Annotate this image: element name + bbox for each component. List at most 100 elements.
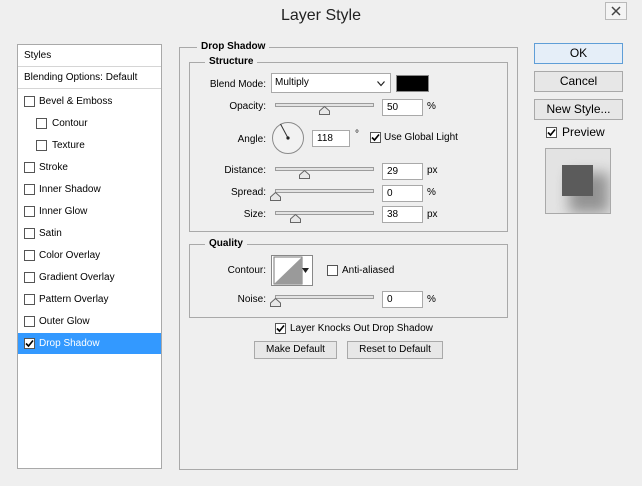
style-item-pattern-overlay[interactable]: Pattern Overlay [18, 289, 161, 310]
gradient-overlay-checkbox[interactable] [24, 272, 35, 283]
size-label: Size: [243, 209, 266, 220]
style-item-gradient-overlay[interactable]: Gradient Overlay [18, 267, 161, 288]
spread-slider-track[interactable] [275, 189, 374, 193]
close-icon [611, 6, 621, 16]
inner-glow-checkbox[interactable] [24, 206, 35, 217]
spread-unit: % [427, 187, 436, 198]
anti-aliased-label: Anti-aliased [342, 265, 395, 276]
use-global-light-label: Use Global Light [384, 132, 458, 143]
inner-shadow-checkbox[interactable] [24, 184, 35, 195]
spread-input[interactable]: 0 [382, 185, 423, 202]
checkmark-icon [25, 339, 34, 348]
style-item-inner-glow[interactable]: Inner Glow [18, 201, 161, 222]
contour-picker[interactable] [271, 255, 313, 286]
knocks-out-checkbox[interactable] [275, 323, 286, 334]
opacity-slider-thumb[interactable] [319, 106, 330, 115]
distance-slider-track[interactable] [275, 167, 374, 171]
style-item-color-overlay[interactable]: Color Overlay [18, 245, 161, 266]
noise-label: Noise: [237, 294, 266, 305]
styles-header[interactable]: Styles [18, 45, 161, 67]
style-item-label: Stroke [39, 162, 68, 173]
style-item-texture[interactable]: Texture [18, 135, 161, 156]
distance-input[interactable]: 29 [382, 163, 423, 180]
style-preview [545, 148, 611, 214]
style-item-drop-shadow[interactable]: Drop Shadow [18, 333, 161, 354]
angle-unit: ° [355, 129, 359, 140]
style-item-label: Outer Glow [39, 316, 90, 327]
chevron-down-icon [302, 268, 309, 273]
window-title: Layer Style [280, 7, 362, 24]
drop-shadow-checkbox[interactable] [24, 338, 35, 349]
structure-title: Structure [205, 56, 258, 68]
distance-unit: px [427, 165, 438, 176]
style-item-contour[interactable]: Contour [18, 113, 161, 134]
angle-label: Angle: [237, 134, 266, 145]
size-unit: px [427, 209, 438, 220]
style-item-label: Bevel & Emboss [39, 96, 113, 107]
style-item-label: Inner Shadow [39, 184, 101, 195]
distance-slider-thumb[interactable] [299, 170, 310, 179]
reset-to-default-button[interactable]: Reset to Default [347, 341, 443, 359]
outer-glow-checkbox[interactable] [24, 316, 35, 327]
preview-swatch [562, 165, 593, 196]
spread-label: Spread: [230, 187, 266, 198]
drop-shadow-title: Drop Shadow [197, 41, 270, 53]
style-item-inner-shadow[interactable]: Inner Shadow [18, 179, 161, 200]
color-overlay-checkbox[interactable] [24, 250, 35, 261]
size-input[interactable]: 38 [382, 206, 423, 223]
checkmark-icon [547, 128, 556, 137]
shadow-color-swatch[interactable] [396, 75, 429, 92]
style-item-label: Texture [52, 140, 85, 151]
anti-aliased-checkbox[interactable] [327, 265, 338, 276]
size-slider-thumb[interactable] [290, 214, 301, 223]
quality-title: Quality [205, 238, 247, 250]
satin-checkbox[interactable] [24, 228, 35, 239]
checkmark-icon [371, 133, 380, 142]
stroke-checkbox[interactable] [24, 162, 35, 173]
noise-slider-track[interactable] [275, 295, 374, 299]
noise-slider-thumb[interactable] [270, 298, 281, 307]
opacity-unit: % [427, 101, 436, 112]
blend-mode-value: Multiply [275, 77, 309, 88]
contour-linear-icon [273, 256, 303, 285]
blending-options-label: Blending Options: Default [24, 72, 138, 83]
opacity-input[interactable]: 50 [382, 99, 423, 116]
noise-unit: % [427, 294, 436, 305]
style-item-label: Inner Glow [39, 206, 88, 217]
preview-label: Preview [562, 125, 605, 139]
pattern-overlay-checkbox[interactable] [24, 294, 35, 305]
make-default-button[interactable]: Make Default [254, 341, 337, 359]
close-button[interactable] [605, 2, 627, 20]
spread-slider-thumb[interactable] [270, 192, 281, 201]
style-item-label: Pattern Overlay [39, 294, 109, 305]
ok-button[interactable]: OK [534, 43, 623, 64]
blend-mode-label: Blend Mode: [209, 79, 266, 90]
style-item-label: Drop Shadow [39, 338, 100, 349]
preview-checkbox[interactable] [546, 127, 557, 138]
knocks-out-label: Layer Knocks Out Drop Shadow [290, 323, 433, 334]
style-item-label: Color Overlay [39, 250, 101, 261]
style-item-satin[interactable]: Satin [18, 223, 161, 244]
cancel-button[interactable]: Cancel [534, 71, 623, 92]
distance-label: Distance: [224, 165, 266, 176]
style-item-bevel-emboss[interactable]: Bevel & Emboss [18, 91, 161, 112]
noise-input[interactable]: 0 [382, 291, 423, 308]
blending-options[interactable]: Blending Options: Default [18, 67, 161, 89]
style-item-stroke[interactable]: Stroke [18, 157, 161, 178]
new-style-button[interactable]: New Style... [534, 99, 623, 120]
bevel-emboss-checkbox[interactable] [24, 96, 35, 107]
use-global-light-checkbox[interactable] [370, 132, 381, 143]
style-item-label: Satin [39, 228, 62, 239]
styles-header-label: Styles [24, 50, 52, 61]
contour-label: Contour: [227, 265, 266, 276]
chevron-down-icon [377, 81, 385, 87]
style-item-label: Gradient Overlay [39, 272, 115, 283]
angle-input[interactable]: 118 [312, 130, 350, 147]
style-item-outer-glow[interactable]: Outer Glow [18, 311, 161, 332]
contour-checkbox[interactable] [36, 118, 47, 129]
angle-dial[interactable] [271, 121, 305, 155]
blend-mode-select[interactable]: Multiply [271, 73, 391, 93]
checkmark-icon [276, 324, 285, 333]
opacity-label: Opacity: [229, 101, 266, 112]
texture-checkbox[interactable] [36, 140, 47, 151]
